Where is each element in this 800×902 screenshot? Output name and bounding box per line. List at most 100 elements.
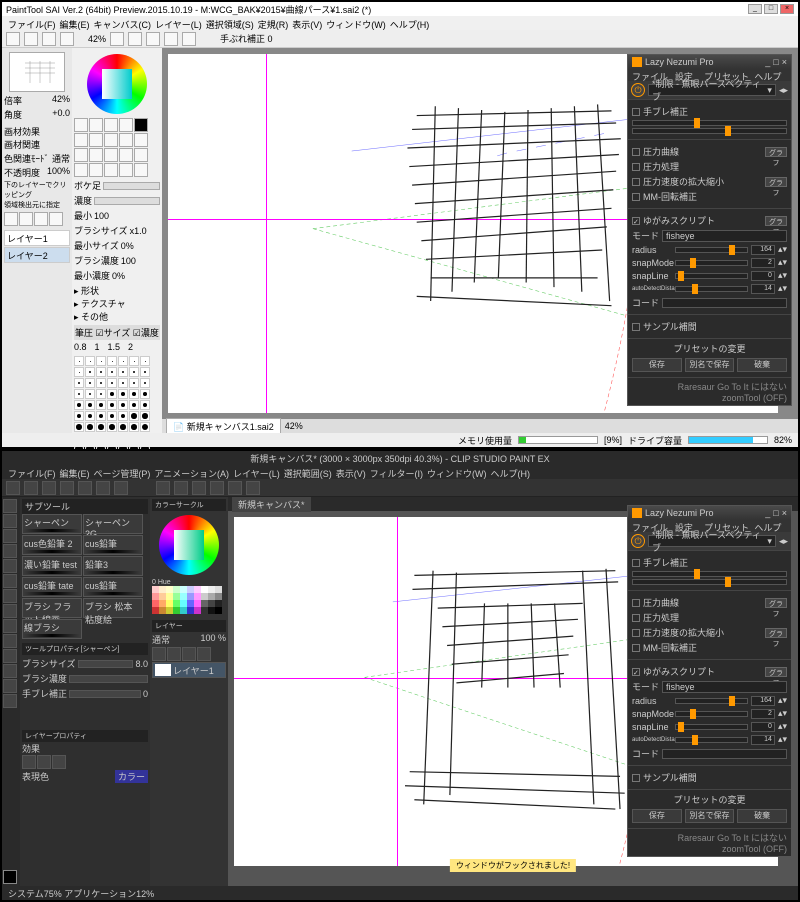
brush-size-dot[interactable] xyxy=(118,400,128,410)
layer-item[interactable]: レイヤー2 xyxy=(4,247,70,263)
swatch[interactable] xyxy=(201,607,208,614)
chk[interactable] xyxy=(632,614,640,622)
brush-size-dot[interactable] xyxy=(85,400,95,410)
brush-size-dot[interactable] xyxy=(107,411,117,421)
brush-size-dot[interactable] xyxy=(74,378,84,388)
chk[interactable] xyxy=(632,178,640,186)
swatch[interactable] xyxy=(173,600,180,607)
tool[interactable] xyxy=(74,148,88,162)
opacity[interactable]: 100 % xyxy=(200,633,226,646)
brush-size-dot[interactable] xyxy=(107,400,117,410)
param-value[interactable]: 2 xyxy=(751,709,775,719)
tool-button[interactable] xyxy=(156,481,170,495)
menu-view[interactable]: 表示(V) xyxy=(292,18,322,28)
menu-filter[interactable]: フィルター(I) xyxy=(370,467,423,477)
brush-tool[interactable] xyxy=(74,118,88,132)
lnp-titlebar[interactable]: Lazy Nezumi Pro_□× xyxy=(628,506,791,520)
brush-size-dot[interactable] xyxy=(129,356,139,366)
brush-size-dot[interactable] xyxy=(85,367,95,377)
swatch[interactable] xyxy=(180,600,187,607)
swatch[interactable] xyxy=(201,586,208,593)
param-value[interactable]: 164 xyxy=(751,245,775,255)
swatch[interactable] xyxy=(166,600,173,607)
preset-dropdown[interactable]: *制限 - 魚眼パースペクティブ▾ xyxy=(648,535,776,547)
layer-btn[interactable] xyxy=(167,647,181,661)
swatch[interactable] xyxy=(159,593,166,600)
tool[interactable] xyxy=(104,163,118,177)
brush-size-dot[interactable] xyxy=(140,367,150,377)
swatch[interactable] xyxy=(194,607,201,614)
opacity-value[interactable]: 100% xyxy=(47,166,70,179)
layer-button[interactable] xyxy=(4,212,18,226)
swatch[interactable] xyxy=(215,600,222,607)
layer-btn[interactable] xyxy=(152,647,166,661)
swatch[interactable] xyxy=(215,586,222,593)
swatch[interactable] xyxy=(208,607,215,614)
brush-size-dot[interactable] xyxy=(107,389,117,399)
size-slider[interactable] xyxy=(78,660,134,668)
brush-size-dot[interactable] xyxy=(118,367,128,377)
brush-size-dot[interactable] xyxy=(74,356,84,366)
detect-checkbox[interactable]: 領域検出元に指定 xyxy=(4,200,70,210)
preset-dropdown[interactable]: *制限 - 魚眼パースペクティブ▾ xyxy=(648,84,776,96)
brush-size-dot[interactable] xyxy=(85,356,95,366)
spin[interactable]: ▴▾ xyxy=(778,695,787,706)
spin[interactable]: ▴▾ xyxy=(778,734,787,745)
layer-item[interactable]: レイヤー1 xyxy=(152,662,226,678)
mode-dropdown[interactable]: fisheye xyxy=(662,681,787,693)
sample-checkbox[interactable] xyxy=(632,323,640,331)
tool[interactable] xyxy=(104,148,118,162)
slider[interactable] xyxy=(632,120,787,126)
tool[interactable] xyxy=(134,148,148,162)
tool[interactable] xyxy=(3,679,17,693)
brush-size-dot[interactable] xyxy=(107,367,117,377)
zoom-out-button[interactable] xyxy=(110,32,124,46)
layer-button[interactable] xyxy=(49,212,63,226)
brush-size-dot[interactable] xyxy=(118,422,128,432)
param-value[interactable]: 164 xyxy=(751,696,775,706)
stab-checkbox[interactable] xyxy=(632,559,640,567)
mbd-value[interactable]: 0% xyxy=(112,271,125,281)
swatch[interactable] xyxy=(187,600,194,607)
menu-ruler[interactable]: 定規(R) xyxy=(258,18,289,28)
tool-button[interactable] xyxy=(114,481,128,495)
maximize-button[interactable]: □ xyxy=(764,4,778,14)
brush-size-dot[interactable] xyxy=(140,400,150,410)
saveas-button[interactable]: 別名で保存 xyxy=(685,809,735,823)
lnp-min[interactable]: _ xyxy=(765,57,770,67)
canvas-tab[interactable]: 新規キャンバス* xyxy=(232,497,311,512)
fx-btn[interactable] xyxy=(52,755,66,769)
minsize-value[interactable]: 0% xyxy=(121,241,134,251)
menu-edit[interactable]: 編集(E) xyxy=(60,467,90,477)
bd-value[interactable]: 100 xyxy=(121,256,136,266)
tool-button[interactable] xyxy=(164,32,178,46)
guide-vertical[interactable] xyxy=(266,54,267,413)
menu-window[interactable]: ウィンドウ(W) xyxy=(427,467,487,477)
param-value[interactable]: 14 xyxy=(751,284,775,294)
spin[interactable]: ▴▾ xyxy=(778,708,787,719)
text-tool[interactable] xyxy=(104,118,118,132)
tool[interactable] xyxy=(104,133,118,147)
tool[interactable] xyxy=(3,499,17,513)
spin[interactable]: ▴▾ xyxy=(778,244,787,255)
tool-button[interactable] xyxy=(42,32,56,46)
swatch[interactable] xyxy=(152,593,159,600)
brush-size-dot[interactable] xyxy=(118,356,128,366)
tool-button[interactable] xyxy=(24,481,38,495)
discard-button[interactable]: 破棄 xyxy=(737,358,787,372)
tool-button[interactable] xyxy=(210,481,224,495)
menu-file[interactable]: ファイル(F) xyxy=(8,18,56,28)
layer-btn[interactable] xyxy=(182,647,196,661)
brush-size-dot[interactable] xyxy=(85,411,95,421)
brush-size-dot[interactable] xyxy=(107,356,117,366)
color-square[interactable] xyxy=(102,69,132,99)
color-mode[interactable]: カラー xyxy=(115,770,148,783)
swatch[interactable] xyxy=(194,600,201,607)
lazy-nezumi-panel[interactable]: Lazy Nezumi Pro_□× ファイル (F)設定 (S)プリセット (… xyxy=(627,505,792,857)
sai-titlebar[interactable]: PaintTool SAI Ver.2 (64bit) Preview.2015… xyxy=(2,2,798,16)
lnp-close[interactable]: × xyxy=(782,57,787,67)
swatch[interactable] xyxy=(187,607,194,614)
param-slider[interactable] xyxy=(675,260,748,266)
script-checkbox[interactable] xyxy=(632,217,640,225)
swatch[interactable] xyxy=(180,607,187,614)
